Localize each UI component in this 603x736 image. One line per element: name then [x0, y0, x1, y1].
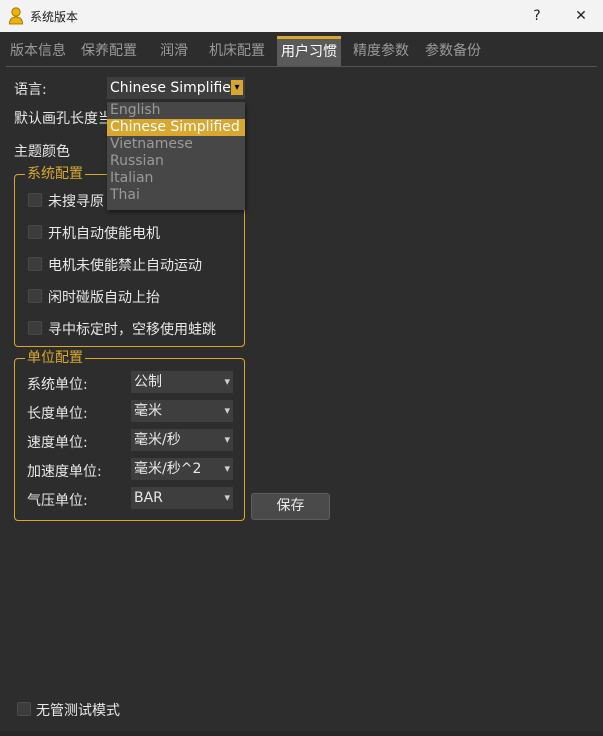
language-option-italian[interactable]: Italian: [107, 170, 245, 187]
language-option-vietnamese[interactable]: Vietnamese: [107, 136, 245, 153]
search-origin-label: 未搜寻原: [48, 194, 104, 210]
status-bar: [0, 731, 603, 736]
language-dropdown: English Chinese Simplified Vietnamese Ru…: [107, 102, 245, 210]
language-value: Chinese Simplified: [110, 80, 240, 96]
length-unit-value: 毫米: [134, 403, 162, 419]
pressure-unit-label: 气压单位:: [27, 493, 88, 509]
chevron-down-icon: ▾: [224, 433, 230, 446]
search-origin-checkbox[interactable]: [28, 193, 42, 207]
language-option-thai[interactable]: Thai: [107, 187, 245, 204]
theme-color-label: 主题颜色: [14, 144, 70, 160]
auto-enable-motor-label: 开机自动使能电机: [48, 226, 160, 242]
title-bar: 系统版本 ? ✕: [0, 0, 603, 32]
acceleration-unit-value: 毫米/秒^2: [134, 461, 202, 477]
system-unit-select[interactable]: 公制 ▾: [131, 371, 233, 393]
tab-precision[interactable]: 精度参数: [349, 36, 413, 66]
close-button[interactable]: ✕: [559, 0, 603, 32]
unattended-mode-label: 无管测试模式: [36, 703, 120, 719]
language-label: 语言:: [14, 82, 47, 98]
window-title: 系统版本: [30, 10, 79, 24]
language-option-english[interactable]: English: [107, 102, 245, 119]
tab-lubrication[interactable]: 润滑: [156, 36, 192, 66]
save-button[interactable]: 保存: [251, 493, 330, 520]
disable-auto-motion-label: 电机未使能禁止自动运动: [48, 258, 202, 274]
speed-unit-select[interactable]: 毫米/秒 ▾: [131, 429, 233, 451]
pressure-unit-select[interactable]: BAR ▾: [131, 487, 233, 509]
default-hole-label: 默认画孔长度当: [14, 111, 112, 127]
chevron-down-icon: ▾: [224, 404, 230, 417]
length-unit-label: 长度单位:: [27, 406, 88, 422]
tab-backup[interactable]: 参数备份: [421, 36, 485, 66]
speed-unit-value: 毫米/秒: [134, 432, 181, 448]
auto-enable-motor-checkbox[interactable]: [28, 225, 42, 239]
unattended-mode-checkbox[interactable]: [17, 702, 31, 716]
frog-jump-checkbox[interactable]: [28, 321, 42, 335]
tab-user-habits[interactable]: 用户习惯: [277, 36, 341, 66]
system-unit-value: 公制: [134, 374, 162, 390]
speed-unit-label: 速度单位:: [27, 435, 88, 451]
unit-config-title: 单位配置: [25, 349, 85, 367]
auto-lift-checkbox[interactable]: [28, 289, 42, 303]
auto-lift-label: 闲时碰版自动上抬: [48, 290, 160, 306]
tab-machine-config[interactable]: 机床配置: [205, 36, 269, 66]
tab-bar: 版本信息 保养配置 润滑 机床配置 用户习惯 精度参数 参数备份: [6, 36, 597, 67]
pressure-unit-value: BAR: [134, 490, 163, 506]
tab-version-info[interactable]: 版本信息: [6, 36, 70, 66]
acceleration-unit-label: 加速度单位:: [27, 464, 102, 480]
chevron-down-icon: ▾: [231, 80, 243, 95]
tab-maintenance[interactable]: 保养配置: [77, 36, 141, 66]
system-unit-label: 系统单位:: [27, 377, 88, 393]
language-option-chinese-simplified[interactable]: Chinese Simplified: [107, 119, 245, 136]
chevron-down-icon: ▾: [224, 462, 230, 475]
frog-jump-label: 寻中标定时，空移使用蛙跳: [48, 322, 216, 338]
help-button[interactable]: ?: [515, 0, 559, 32]
chevron-down-icon: ▾: [224, 491, 230, 504]
disable-auto-motion-checkbox[interactable]: [28, 257, 42, 271]
language-option-russian[interactable]: Russian: [107, 153, 245, 170]
system-config-title: 系统配置: [25, 165, 85, 183]
acceleration-unit-select[interactable]: 毫米/秒^2 ▾: [131, 458, 233, 480]
language-select[interactable]: Chinese Simplified ▾: [107, 77, 245, 99]
user-lock-icon: [9, 7, 23, 25]
chevron-down-icon: ▾: [224, 375, 230, 388]
length-unit-select[interactable]: 毫米 ▾: [131, 400, 233, 422]
